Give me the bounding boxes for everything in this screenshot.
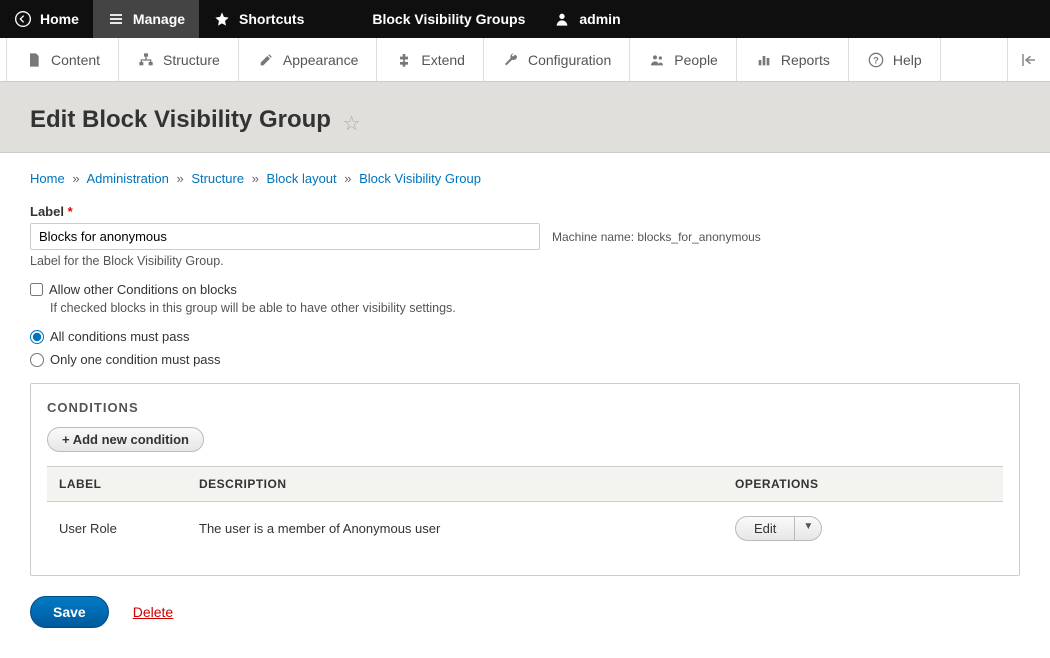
form-item-label: Label * Machine name: blocks_for_anonymo…	[30, 204, 1020, 268]
toolbar-shortcuts-label: Shortcuts	[239, 11, 304, 27]
delete-link[interactable]: Delete	[133, 604, 173, 620]
tab-content[interactable]: Content	[6, 38, 119, 81]
save-button[interactable]: Save	[30, 596, 109, 628]
label-field-label: Label *	[30, 204, 1020, 219]
machine-name-prefix: Machine name:	[552, 230, 637, 244]
radio-one-condition[interactable]	[30, 353, 44, 367]
label-field-label-text: Label	[30, 204, 64, 219]
tab-content-label: Content	[51, 52, 100, 68]
collapse-icon	[1020, 51, 1038, 69]
required-marker: *	[68, 204, 73, 219]
radio-all-label[interactable]: All conditions must pass	[50, 329, 189, 344]
conditions-table: Label Description Operations User Role T…	[47, 466, 1003, 555]
tab-reports[interactable]: Reports	[737, 38, 849, 81]
toolbar-manage[interactable]: Manage	[93, 0, 199, 38]
row-description: The user is a member of Anonymous user	[187, 502, 723, 556]
breadcrumb: Home » Administration » Structure » Bloc…	[30, 171, 1020, 186]
table-row: User Role The user is a member of Anonym…	[47, 502, 1003, 556]
operations-dropbutton: Edit ▼	[735, 516, 822, 541]
content: Home » Administration » Structure » Bloc…	[0, 153, 1050, 658]
dropbutton-toggle[interactable]: ▼	[795, 517, 821, 540]
user-icon	[553, 10, 571, 28]
page-title: Edit Block Visibility Group	[30, 106, 331, 134]
form-item-allow-other: Allow other Conditions on blocks If chec…	[30, 282, 1020, 315]
col-label: Label	[47, 467, 187, 502]
tab-help[interactable]: ? Help	[849, 38, 941, 81]
toolbar: Home Manage Shortcuts Block Visibility G…	[0, 0, 1050, 38]
puzzle-icon	[395, 51, 413, 69]
people-icon	[648, 51, 666, 69]
toolbar-home-label: Home	[40, 11, 79, 27]
back-arrow-icon	[14, 10, 32, 28]
structure-icon	[137, 51, 155, 69]
adminbar-spacer	[941, 38, 1007, 81]
breadcrumb-sep: »	[344, 171, 351, 186]
toolbar-site-name[interactable]: Block Visibility Groups	[358, 0, 539, 38]
toolbar-home[interactable]: Home	[0, 0, 93, 38]
row-operations: Edit ▼	[723, 502, 1003, 556]
form-actions: Save Delete	[30, 596, 1020, 628]
tab-extend-label: Extend	[421, 52, 465, 68]
machine-name: Machine name: blocks_for_anonymous	[552, 230, 761, 244]
breadcrumb-block-layout[interactable]: Block layout	[267, 171, 337, 186]
col-description: Description	[187, 467, 723, 502]
breadcrumb-sep: »	[252, 171, 259, 186]
toolbar-user[interactable]: admin	[539, 0, 634, 38]
machine-name-value: blocks_for_anonymous	[637, 230, 760, 244]
label-input[interactable]	[30, 223, 540, 250]
admin-tabs: Content Structure Appearance Extend Conf…	[0, 38, 1050, 82]
collapse-toolbar-button[interactable]	[1007, 38, 1050, 81]
breadcrumb-home[interactable]: Home	[30, 171, 65, 186]
svg-text:?: ?	[873, 55, 879, 65]
toolbar-site-name-label: Block Visibility Groups	[372, 11, 525, 27]
conditions-fieldset: Conditions + Add new condition Label Des…	[30, 383, 1020, 576]
hamburger-icon	[107, 10, 125, 28]
breadcrumb-bvg[interactable]: Block Visibility Group	[359, 171, 481, 186]
title-region: Edit Block Visibility Group ☆	[0, 82, 1050, 153]
tab-reports-label: Reports	[781, 52, 830, 68]
toolbar-shortcuts[interactable]: Shortcuts	[199, 0, 318, 38]
toolbar-spacer	[318, 0, 358, 38]
wrench-icon	[502, 51, 520, 69]
add-condition-button[interactable]: + Add new condition	[47, 427, 204, 452]
col-operations: Operations	[723, 467, 1003, 502]
radio-all-conditions[interactable]	[30, 330, 44, 344]
shortcut-star-icon[interactable]: ☆	[343, 113, 361, 135]
star-icon	[213, 10, 231, 28]
tab-structure[interactable]: Structure	[119, 38, 239, 81]
help-icon: ?	[867, 51, 885, 69]
toolbar-manage-label: Manage	[133, 11, 185, 27]
conditions-legend: Conditions	[47, 400, 1003, 415]
breadcrumb-sep: »	[72, 171, 79, 186]
file-icon	[25, 51, 43, 69]
breadcrumb-sep: »	[176, 171, 183, 186]
tab-appearance-label: Appearance	[283, 52, 359, 68]
label-description: Label for the Block Visibility Group.	[30, 254, 1020, 268]
breadcrumb-structure[interactable]: Structure	[191, 171, 244, 186]
allow-other-label[interactable]: Allow other Conditions on blocks	[49, 282, 237, 297]
tab-extend[interactable]: Extend	[377, 38, 484, 81]
allow-other-description: If checked blocks in this group will be …	[50, 301, 1020, 315]
toolbar-user-label: admin	[579, 11, 620, 27]
condition-logic-radios: All conditions must pass Only one condit…	[30, 329, 1020, 367]
row-label: User Role	[47, 502, 187, 556]
tab-help-label: Help	[893, 52, 922, 68]
tab-configuration[interactable]: Configuration	[484, 38, 630, 81]
tab-configuration-label: Configuration	[528, 52, 611, 68]
breadcrumb-admin[interactable]: Administration	[86, 171, 168, 186]
tab-people-label: People	[674, 52, 718, 68]
radio-one-label[interactable]: Only one condition must pass	[50, 352, 221, 367]
tab-appearance[interactable]: Appearance	[239, 38, 378, 81]
tab-people[interactable]: People	[630, 38, 737, 81]
appearance-icon	[257, 51, 275, 69]
tab-structure-label: Structure	[163, 52, 220, 68]
chart-icon	[755, 51, 773, 69]
edit-button[interactable]: Edit	[736, 517, 795, 540]
allow-other-checkbox[interactable]	[30, 283, 43, 296]
